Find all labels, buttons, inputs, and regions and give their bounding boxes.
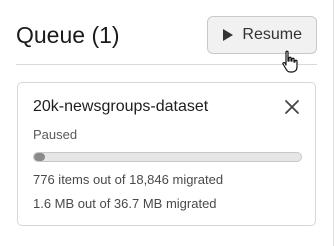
resume-button[interactable]: Resume bbox=[207, 16, 317, 54]
queue-item-card: 20k-newsgroups-dataset Paused 776 items … bbox=[17, 82, 316, 226]
progress-bar bbox=[33, 152, 302, 162]
queue-panel: Queue (1) Resume 20k-newsgroups-dataset … bbox=[0, 0, 334, 246]
queue-header: Queue (1) Resume bbox=[16, 12, 317, 65]
items-migrated-text: 776 items out of 18,846 migrated bbox=[33, 172, 224, 187]
queue-item-name: 20k-newsgroups-dataset bbox=[33, 98, 209, 115]
play-icon bbox=[222, 28, 234, 42]
size-migrated-text: 1.6 MB out of 36.7 MB migrated bbox=[33, 196, 217, 211]
page-title: Queue (1) bbox=[16, 21, 120, 48]
status-text: Paused bbox=[33, 127, 78, 142]
resume-button-label: Resume bbox=[242, 26, 302, 43]
close-icon[interactable] bbox=[283, 98, 301, 116]
progress-bar-fill bbox=[34, 153, 45, 161]
